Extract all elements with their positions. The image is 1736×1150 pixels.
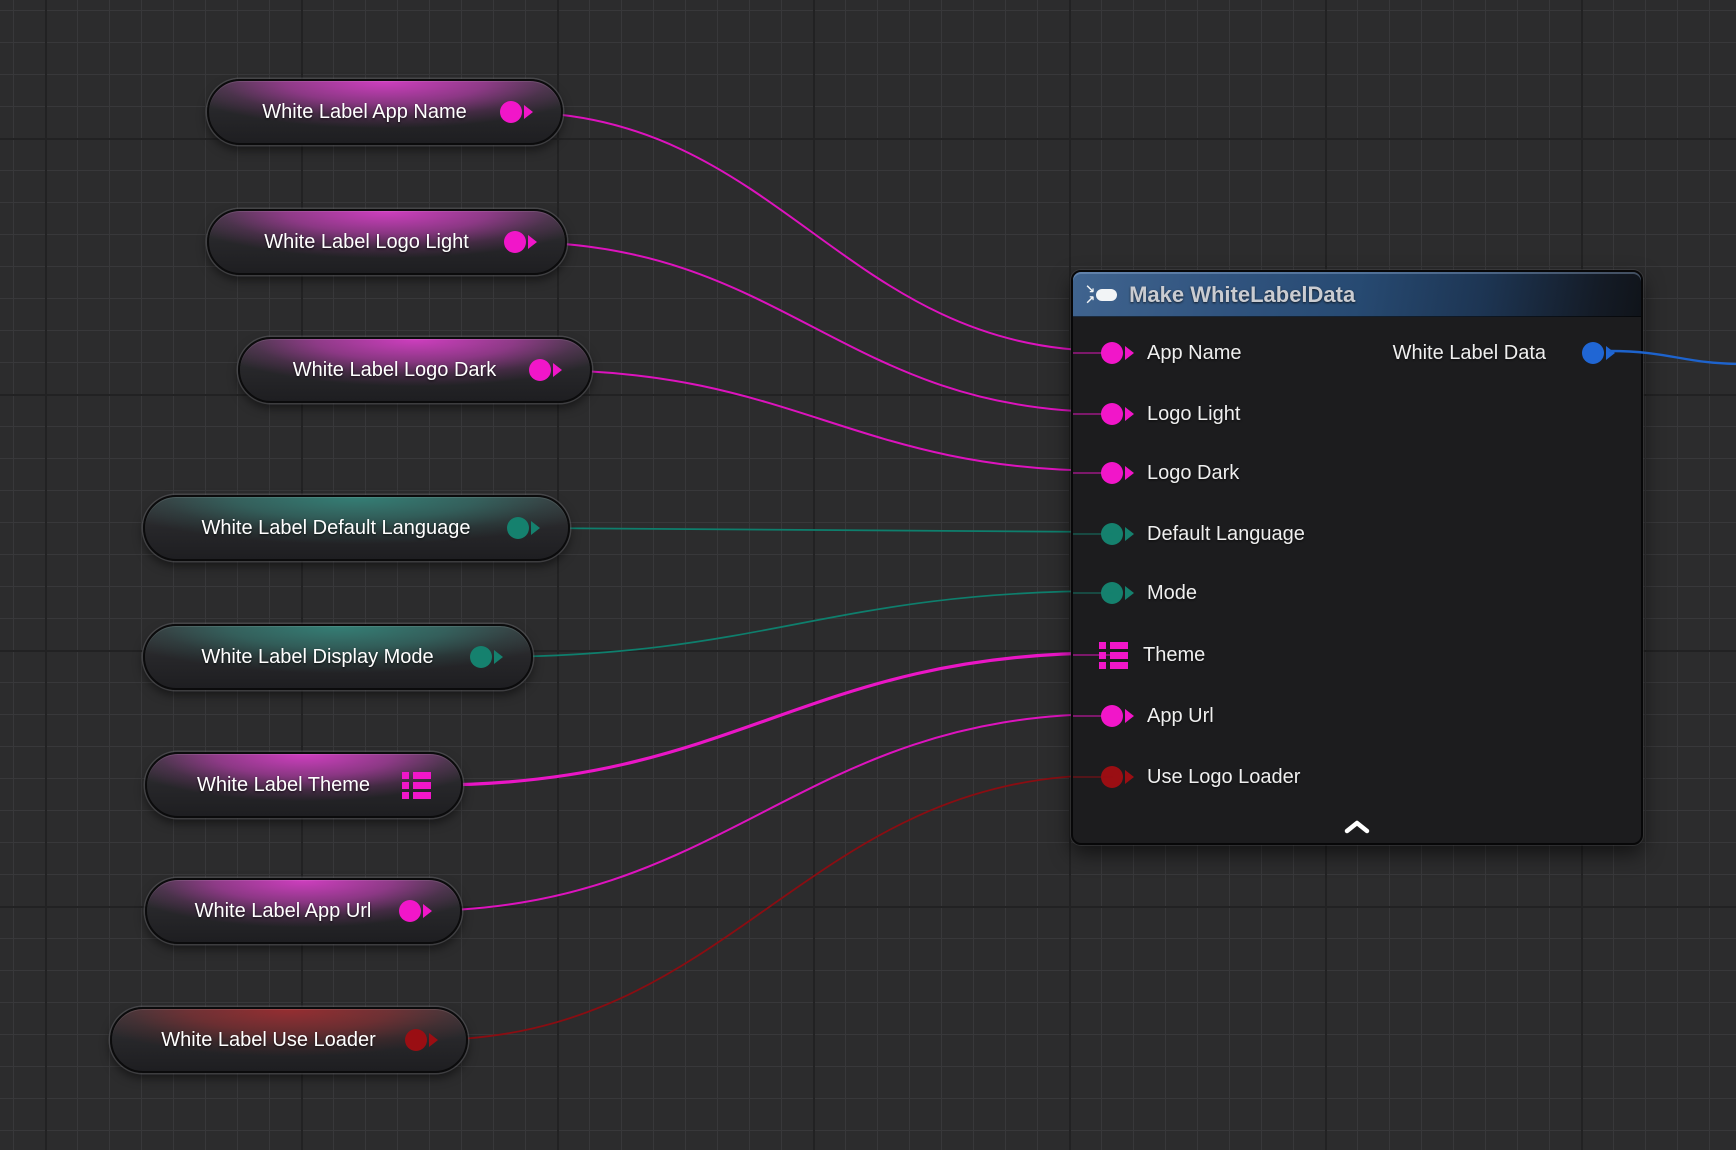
collapse-node-button[interactable] (1340, 817, 1374, 837)
variable-node-white-label-default-language[interactable]: White Label Default Language (143, 495, 570, 561)
pin-triangle (1125, 527, 1134, 541)
output-pin[interactable] (507, 517, 540, 539)
wire-stub (1073, 776, 1113, 778)
variable-node-label: White Label App Url (147, 900, 399, 923)
pin-circle (1582, 342, 1604, 364)
variable-node-label: White Label Logo Dark (240, 359, 529, 382)
pin-circle (504, 231, 526, 253)
pin-triangle (531, 521, 540, 535)
variable-node-label: White Label App Name (209, 101, 500, 124)
pin-triangle (553, 363, 562, 377)
pin-circle (405, 1029, 427, 1051)
output-pin[interactable] (399, 900, 432, 922)
make-whitelabeldata-node[interactable]: ↘↗ Make WhiteLabelData App Name Logo Lig… (1071, 270, 1643, 845)
wire-stub (1073, 533, 1113, 535)
input-pin-label: Default Language (1147, 523, 1305, 546)
variable-node-white-label-logo-dark[interactable]: White Label Logo Dark (238, 337, 592, 403)
variable-node-label: White Label Use Loader (112, 1029, 405, 1052)
pin-triangle (494, 650, 503, 664)
wire-stub (1073, 472, 1113, 474)
pin-triangle (1606, 346, 1615, 360)
wire-stub (1073, 654, 1113, 656)
pin-circle (529, 359, 551, 381)
output-pin[interactable] (500, 101, 533, 123)
pin-triangle (1125, 466, 1134, 480)
struct-pin-icon (400, 769, 433, 801)
pin-circle (507, 517, 529, 539)
wire-stub (1073, 592, 1113, 594)
variable-node-white-label-display-mode[interactable]: White Label Display Mode (143, 624, 533, 690)
variable-node-white-label-app-url[interactable]: White Label App Url (145, 878, 462, 944)
wire-stub (1073, 715, 1113, 717)
input-pin-row-theme: Theme (1073, 633, 1641, 677)
pin-triangle (423, 904, 432, 918)
input-pin-row-use-logo-loader: Use Logo Loader (1073, 755, 1641, 799)
output-pin-white-label-data[interactable] (1582, 342, 1615, 364)
output-pin[interactable] (529, 359, 562, 381)
pin-triangle (1125, 586, 1134, 600)
wire-stub (1073, 413, 1113, 415)
output-pin-label: White Label Data (1393, 342, 1546, 365)
input-pin-label: Use Logo Loader (1147, 766, 1300, 789)
variable-node-white-label-use-loader[interactable]: White Label Use Loader (110, 1007, 468, 1073)
input-pin-row-logo-light: Logo Light (1073, 392, 1641, 436)
input-pin-label: App Url (1147, 705, 1214, 728)
input-pin-row-app-url: App Url (1073, 694, 1641, 738)
output-pin[interactable] (405, 1029, 438, 1051)
output-pin[interactable] (504, 231, 537, 253)
variable-node-label: White Label Logo Light (209, 231, 504, 254)
variable-node-label: White Label Display Mode (145, 646, 470, 669)
input-pin-row-logo-dark: Logo Dark (1073, 451, 1641, 495)
variable-node-label: White Label Theme (147, 774, 400, 797)
pin-circle (399, 900, 421, 922)
pin-triangle (1125, 709, 1134, 723)
pin-triangle (1125, 407, 1134, 421)
capsule-glyph (1096, 289, 1117, 301)
output-pin-row-white-label-data: White Label Data (1073, 331, 1641, 375)
input-pin-label: Logo Dark (1147, 462, 1239, 485)
variable-node-white-label-logo-light[interactable]: White Label Logo Light (207, 209, 567, 275)
input-pin-label: Logo Light (1147, 403, 1240, 426)
struct-output-pin[interactable] (400, 769, 433, 801)
pin-circle (470, 646, 492, 668)
pin-triangle (528, 235, 537, 249)
input-pin-label: Mode (1147, 582, 1197, 605)
variable-node-label: White Label Default Language (145, 517, 507, 540)
make-struct-icon: ↘↗ (1085, 284, 1117, 304)
blueprint-graph-canvas[interactable]: White Label App Name White Label Logo Li… (0, 0, 1736, 1150)
input-pin-label: Theme (1143, 644, 1205, 667)
pin-circle (500, 101, 522, 123)
pin-triangle (524, 105, 533, 119)
variable-node-white-label-app-name[interactable]: White Label App Name (207, 79, 563, 145)
input-pin-row-default-language: Default Language (1073, 512, 1641, 556)
pin-triangle (1125, 770, 1134, 784)
node-title: Make WhiteLabelData (1129, 282, 1355, 308)
variable-node-white-label-theme[interactable]: White Label Theme (145, 752, 463, 818)
input-pin-row-mode: Mode (1073, 571, 1641, 615)
make-node-header[interactable]: ↘↗ Make WhiteLabelData (1073, 272, 1641, 317)
arrow-up-right-icon: ↗ (1085, 295, 1095, 305)
pin-triangle (429, 1033, 438, 1047)
output-pin[interactable] (470, 646, 503, 668)
chevron-up-icon (1343, 819, 1371, 835)
